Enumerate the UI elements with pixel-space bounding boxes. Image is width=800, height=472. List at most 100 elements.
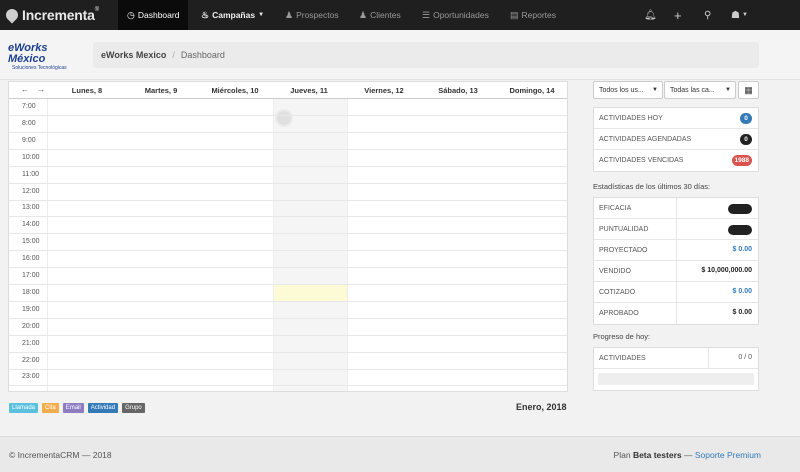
- nav-dashboard-label: Dashboard: [137, 10, 180, 20]
- fire-icon: ♨: [201, 9, 210, 20]
- hour-label: 11:00: [22, 170, 39, 178]
- stat-divider: [676, 240, 677, 261]
- calendar-grid[interactable]: 7:00 8:00 9:00 10:00 11:00 12:00 13:00 14:00 15:…: [9, 99, 567, 391]
- nav-campanas[interactable]: ♨ Campañas ▼: [201, 0, 264, 30]
- chevron-down-icon: ▼: [258, 12, 265, 18]
- breadcrumb-current: Dashboard: [180, 50, 225, 60]
- nav-dashboard[interactable]: ◷ Dashboard: [118, 0, 189, 30]
- day-header: Lunes, 8: [71, 86, 103, 95]
- activity-count-label: ACTIVIDADES AGENDADAS: [599, 135, 692, 143]
- stat-row: APROBADO $ 0.00: [594, 303, 758, 324]
- nav-oportunidades[interactable]: ☰ Oportunidades: [422, 0, 489, 30]
- stat-divider: [676, 303, 677, 324]
- plus-icon[interactable]: +: [674, 0, 682, 30]
- chevron-down-icon: ▼: [725, 87, 731, 93]
- stat-row: EFICACIA: [594, 198, 758, 219]
- hour-label: 10:00: [22, 153, 40, 161]
- hour-label: 18:00: [22, 288, 40, 296]
- hour-row[interactable]: 10:00: [9, 150, 567, 167]
- hour-row[interactable]: 16:00: [9, 251, 567, 269]
- plan-info: Plan Beta testers — Soporte Premium: [614, 450, 761, 460]
- search-icon[interactable]: ⚲: [704, 0, 711, 30]
- legend-llamada: Llamada: [9, 403, 39, 413]
- breadcrumb: eWorks Mexico / Dashboard: [93, 42, 759, 68]
- hour-row[interactable]: 7:00: [9, 99, 567, 116]
- hour-row[interactable]: 20:00: [9, 319, 567, 336]
- stat-divider: [676, 282, 677, 303]
- hour-row[interactable]: 18:00: [9, 285, 567, 302]
- nav-reportes[interactable]: ▤ Reportes: [510, 0, 556, 30]
- day-header: Miércoles, 10: [211, 86, 259, 95]
- legend-email: Email: [62, 403, 84, 413]
- hour-row[interactable]: 21:00: [9, 336, 567, 353]
- progress-value: 0 / 0: [738, 354, 752, 361]
- user-filter-value: Todos los us...: [599, 86, 644, 94]
- calendar-nav: ← →: [21, 85, 45, 94]
- progress-bar: [598, 373, 754, 385]
- progress-title: Progreso de hoy:: [593, 332, 651, 341]
- org-logo: eWorks México Soluciones Tecnológicas: [8, 43, 84, 72]
- bell-icon[interactable]: 🔔︎: [644, 0, 657, 30]
- activity-count-row[interactable]: ACTIVIDADES VENCIDAS 1988: [594, 150, 758, 171]
- progress-panel: ACTIVIDADES 0 / 0: [593, 347, 759, 391]
- hour-label: 13:00: [22, 204, 40, 212]
- footer-dash: —: [683, 450, 693, 460]
- breadcrumb-org[interactable]: eWorks Mexico: [101, 50, 166, 60]
- avatar: ☗: [731, 9, 740, 21]
- stats-title: Estadísticas de los últimos 30 días:: [593, 182, 711, 191]
- prev-week-button[interactable]: ←: [21, 85, 29, 94]
- chevron-down-icon: ▼: [652, 87, 658, 93]
- hour-row[interactable]: 8:00: [9, 116, 567, 133]
- hour-row[interactable]: 9:00: [9, 133, 567, 150]
- stat-value: $ 0.00: [732, 246, 752, 253]
- progress-row: ACTIVIDADES 0 / 0: [594, 348, 758, 369]
- nav-prospectos[interactable]: ♟ Prospectos: [285, 0, 339, 30]
- hour-row[interactable]: 14:00: [9, 217, 567, 235]
- nav-campanas-label: Campañas: [212, 10, 256, 20]
- hour-label: 7:00: [22, 103, 36, 110]
- hour-row[interactable]: 17:00: [9, 268, 567, 285]
- stat-label: VENDIDO: [599, 267, 631, 275]
- day-header: Sábado, 13: [438, 86, 478, 95]
- campaign-filter-value: Todas las ca...: [670, 86, 715, 94]
- hour-row[interactable]: 12:00: [9, 184, 567, 201]
- legend-grupo: Grupo: [122, 403, 145, 413]
- hour-row[interactable]: 22:00: [9, 353, 567, 370]
- stat-row: COTIZADO $ 0.00: [594, 282, 758, 303]
- hour-label: 15:00: [22, 238, 40, 246]
- next-week-button[interactable]: →: [37, 85, 45, 94]
- hour-row[interactable]: 11:00: [9, 167, 567, 184]
- nav-reportes-label: Reportes: [521, 10, 557, 20]
- stat-row: PUNTUALIDAD: [594, 219, 758, 240]
- count-badge: 0: [740, 113, 752, 124]
- stat-value: $ 0.00: [732, 288, 752, 295]
- support-link[interactable]: Soporte Premium: [695, 450, 761, 460]
- hour-label: 12:00: [22, 187, 40, 195]
- hour-row[interactable]: 23:00: [9, 369, 567, 387]
- hour-row[interactable]: 13:00: [9, 200, 567, 218]
- hour-label: 22:00: [22, 356, 40, 364]
- brand-logo[interactable]: Incrementa ®: [3, 5, 99, 25]
- activity-count-row[interactable]: ACTIVIDADES HOY 0: [594, 108, 758, 129]
- hour-label: 17:00: [22, 272, 40, 279]
- stat-divider: [676, 261, 677, 282]
- hour-label: 16:00: [22, 255, 40, 263]
- calendar-icon[interactable]: ▦: [738, 81, 759, 99]
- campaign-filter-dropdown[interactable]: Todas las ca... ▼: [664, 81, 736, 99]
- stat-label: COTIZADO: [599, 288, 636, 296]
- activity-count-row[interactable]: ACTIVIDADES AGENDADAS 0: [594, 129, 758, 150]
- copyright: © IncrementaCRM — 2018: [9, 450, 112, 460]
- hour-row[interactable]: 15:00: [9, 234, 567, 252]
- day-header: Domingo, 14: [509, 86, 555, 95]
- hour-row[interactable]: 19:00: [9, 302, 567, 319]
- hour-label: 19:00: [22, 305, 40, 313]
- footer: © IncrementaCRM — 2018 Plan Beta testers…: [0, 436, 800, 472]
- stat-value: $ 0.00: [732, 309, 752, 316]
- user-filter-dropdown[interactable]: Todos los us... ▼: [593, 81, 663, 99]
- plan-name: Beta testers: [632, 450, 682, 460]
- calendar-month-label: Enero, 2018: [516, 402, 567, 412]
- brand-name: Incrementa: [22, 7, 95, 23]
- nav-clientes[interactable]: ♟ Clientes: [359, 0, 401, 30]
- user-menu-icon[interactable]: ☗ ▼: [731, 0, 748, 30]
- progress-label: ACTIVIDADES: [599, 354, 646, 362]
